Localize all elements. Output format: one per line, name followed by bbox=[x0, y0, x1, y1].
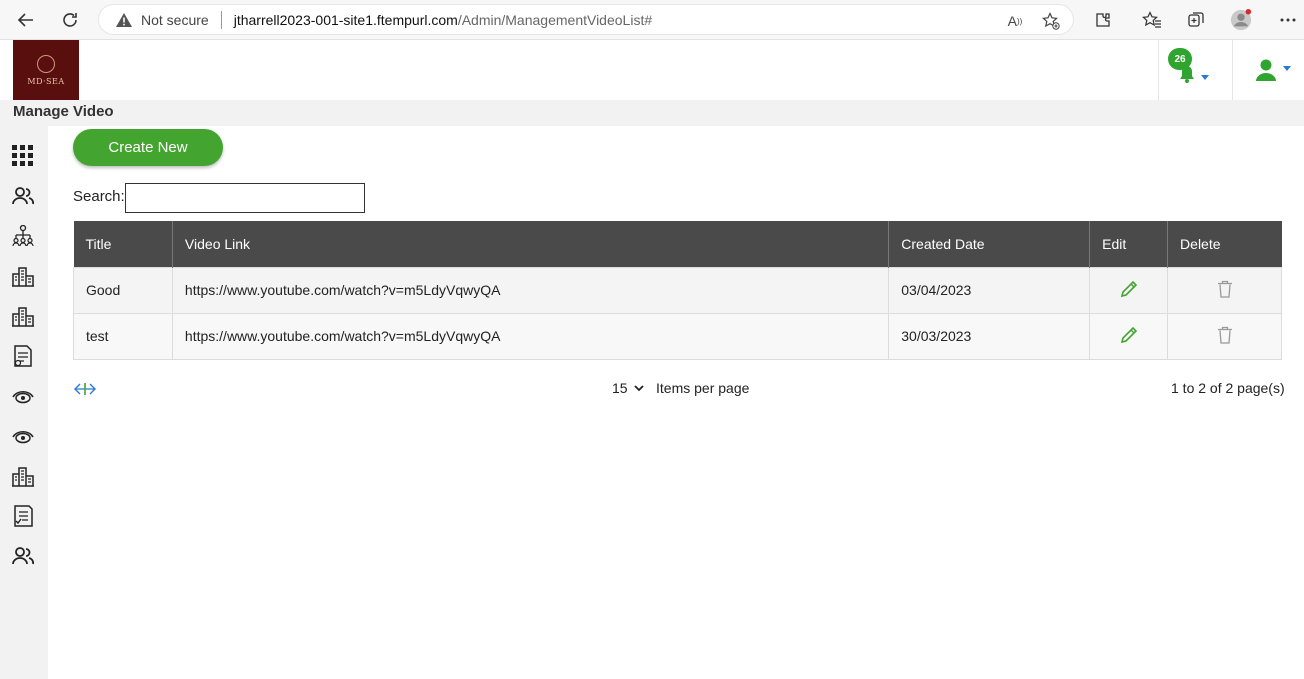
grid-icon[interactable] bbox=[12, 145, 34, 167]
logo[interactable]: MD·SEA bbox=[13, 40, 79, 100]
profile-avatar-icon[interactable] bbox=[1230, 9, 1252, 31]
not-secure-label: Not secure bbox=[141, 11, 209, 28]
header-divider bbox=[1232, 40, 1233, 100]
user-icon bbox=[1256, 59, 1276, 81]
refresh-icon[interactable] bbox=[58, 8, 82, 32]
column-header-delete: Delete bbox=[1167, 221, 1282, 267]
users-icon[interactable] bbox=[12, 545, 34, 567]
table-row: Good https://www.youtube.com/watch?v=m5L… bbox=[73, 266, 1282, 314]
table-row: test https://www.youtube.com/watch?v=m5L… bbox=[73, 312, 1282, 360]
table-header-row: Title Video Link Created Date Edit Delet… bbox=[73, 221, 1282, 267]
buildings-icon[interactable] bbox=[12, 305, 34, 327]
address-bar[interactable]: Not secure jtharrell2023-001-site1.ftemp… bbox=[98, 4, 1074, 35]
column-header-created-date[interactable]: Created Date bbox=[888, 221, 1091, 267]
create-new-button[interactable]: Create New bbox=[73, 129, 223, 166]
more-options-icon[interactable] bbox=[1277, 9, 1299, 31]
warning-icon bbox=[116, 12, 132, 27]
favorites-icon[interactable] bbox=[1141, 9, 1163, 31]
header-divider bbox=[1158, 40, 1159, 100]
vision-icon[interactable] bbox=[12, 385, 34, 407]
bell-icon bbox=[1180, 66, 1194, 83]
cell-title: test bbox=[73, 312, 173, 360]
chevron-down-icon bbox=[1283, 66, 1291, 71]
trash-icon[interactable] bbox=[1217, 326, 1233, 344]
address-separator bbox=[220, 10, 222, 29]
app-header: MD·SEA 26 bbox=[0, 40, 1304, 100]
search-input[interactable] bbox=[125, 183, 365, 213]
favorite-add-icon[interactable] bbox=[1041, 11, 1061, 31]
url-path: /Admin/ManagementVideoList# bbox=[457, 11, 653, 28]
checklist-icon[interactable] bbox=[12, 505, 34, 527]
items-per-page-label: Items per page bbox=[656, 380, 750, 396]
read-aloud-icon[interactable]: A)) bbox=[1005, 11, 1025, 31]
extensions-icon[interactable] bbox=[1092, 9, 1114, 31]
cell-video-link: https://www.youtube.com/watch?v=m5LdyVqw… bbox=[171, 312, 890, 360]
vision-icon[interactable] bbox=[12, 425, 34, 447]
column-header-title[interactable]: Title bbox=[73, 221, 173, 267]
column-header-edit: Edit bbox=[1089, 221, 1169, 267]
collections-icon[interactable] bbox=[1185, 9, 1207, 31]
chevron-down-icon bbox=[633, 385, 644, 392]
cell-edit bbox=[1089, 266, 1169, 314]
cell-edit bbox=[1089, 312, 1169, 360]
cell-delete bbox=[1167, 266, 1282, 314]
pencil-icon[interactable] bbox=[1120, 326, 1138, 344]
logo-mark bbox=[37, 54, 55, 73]
video-table: Title Video Link Created Date Edit Delet… bbox=[73, 221, 1282, 360]
trash-icon[interactable] bbox=[1217, 280, 1233, 298]
page-info: 1 to 2 of 2 page(s) bbox=[1171, 380, 1285, 396]
cell-delete bbox=[1167, 312, 1282, 360]
page-size-select[interactable]: 15 bbox=[612, 380, 644, 396]
buildings-icon[interactable] bbox=[12, 465, 34, 487]
org-chart-icon[interactable] bbox=[12, 225, 34, 247]
user-menu-button[interactable] bbox=[1255, 58, 1295, 84]
title-bar: Manage Video bbox=[0, 100, 1304, 126]
url-host: jtharrell2023-001-site1.ftempurl.com bbox=[233, 11, 458, 28]
page-title: Manage Video bbox=[13, 103, 114, 120]
logo-text: MD·SEA bbox=[27, 76, 65, 86]
notifications-button[interactable]: 26 bbox=[1168, 48, 1212, 88]
back-arrow-icon[interactable] bbox=[14, 8, 38, 32]
cell-created-date: 30/03/2023 bbox=[888, 312, 1091, 360]
sidebar bbox=[0, 126, 48, 679]
chevron-down-icon bbox=[1201, 75, 1209, 80]
cell-video-link: https://www.youtube.com/watch?v=m5LdyVqw… bbox=[171, 266, 890, 314]
page-size-value: 15 bbox=[612, 380, 628, 396]
column-header-video-link[interactable]: Video Link bbox=[172, 221, 890, 267]
users-icon[interactable] bbox=[12, 185, 34, 207]
document-icon[interactable] bbox=[12, 345, 34, 367]
cell-title: Good bbox=[73, 266, 173, 314]
browser-toolbar: Not secure jtharrell2023-001-site1.ftemp… bbox=[0, 0, 1304, 40]
pager-nav-icon[interactable] bbox=[73, 381, 97, 397]
cell-created-date: 03/04/2023 bbox=[888, 266, 1091, 314]
search-label: Search: bbox=[73, 188, 125, 205]
buildings-icon[interactable] bbox=[12, 265, 34, 287]
pencil-icon[interactable] bbox=[1120, 280, 1138, 298]
